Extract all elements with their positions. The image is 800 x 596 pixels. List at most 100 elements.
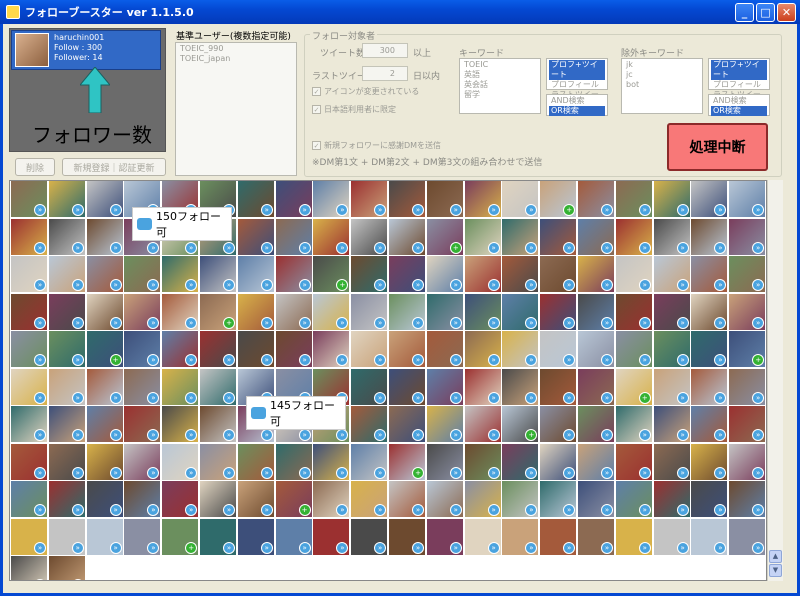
fast-forward-icon[interactable]: »: [449, 466, 462, 479]
thank-dm-checkbox[interactable]: ✓ 新規フォロワーに感謝DMを送信: [312, 140, 441, 151]
fast-forward-icon[interactable]: »: [752, 391, 765, 404]
follower-avatar[interactable]: »: [237, 293, 274, 330]
fast-forward-icon[interactable]: »: [676, 354, 689, 366]
fast-forward-icon[interactable]: »: [449, 316, 462, 329]
fast-forward-icon[interactable]: »: [412, 429, 424, 441]
fast-forward-icon[interactable]: »: [714, 204, 727, 216]
fast-forward-icon[interactable]: »: [487, 504, 500, 516]
follower-avatar[interactable]: »: [729, 368, 766, 405]
fast-forward-icon[interactable]: »: [260, 354, 273, 366]
follower-avatar[interactable]: »: [578, 293, 614, 330]
list-item[interactable]: プロフ+ツイート: [549, 60, 605, 80]
fast-forward-icon[interactable]: »: [714, 241, 727, 254]
follower-avatar[interactable]: »: [389, 256, 425, 292]
follower-avatar[interactable]: »: [653, 293, 690, 330]
scroll-down-icon[interactable]: ▼: [769, 564, 782, 577]
title-bar[interactable]: フォローブースター ver 1.1.5.0 _ □ ✕: [0, 0, 800, 24]
follow-plus-icon[interactable]: +: [223, 316, 235, 329]
follower-avatar[interactable]: »: [578, 406, 614, 442]
follow-plus-icon[interactable]: +: [563, 204, 576, 216]
fast-forward-icon[interactable]: »: [71, 204, 84, 216]
fast-forward-icon[interactable]: »: [676, 504, 689, 516]
fast-forward-icon[interactable]: »: [34, 316, 46, 329]
follower-avatar[interactable]: »: [200, 443, 236, 480]
follow-plus-icon[interactable]: +: [449, 241, 462, 254]
follower-avatar[interactable]: »: [729, 481, 766, 517]
fast-forward-icon[interactable]: »: [109, 241, 122, 254]
fast-forward-icon[interactable]: »: [487, 279, 500, 291]
fast-forward-icon[interactable]: »: [147, 466, 160, 479]
fast-forward-icon[interactable]: »: [109, 204, 122, 216]
follower-avatar[interactable]: »: [389, 331, 425, 367]
fast-forward-icon[interactable]: »: [223, 241, 235, 254]
follower-avatar[interactable]: »: [351, 518, 388, 555]
follower-avatar[interactable]: »: [615, 256, 652, 292]
fast-forward-icon[interactable]: »: [714, 391, 727, 404]
follower-avatar[interactable]: »: [124, 256, 161, 292]
follower-avatar[interactable]: »: [691, 481, 728, 517]
follower-avatar[interactable]: »: [11, 368, 47, 405]
follower-avatar[interactable]: »: [162, 293, 199, 330]
follower-avatar[interactable]: »: [275, 331, 312, 367]
fast-forward-icon[interactable]: »: [374, 354, 387, 366]
fast-forward-icon[interactable]: »: [34, 466, 46, 479]
follower-avatar[interactable]: +: [200, 293, 236, 330]
fast-forward-icon[interactable]: »: [714, 354, 727, 366]
fast-forward-icon[interactable]: »: [147, 391, 160, 404]
follower-avatar[interactable]: »: [464, 181, 501, 217]
fast-forward-icon[interactable]: »: [449, 429, 462, 441]
follower-avatar[interactable]: »: [426, 181, 463, 217]
follower-avatar[interactable]: +: [389, 443, 425, 480]
fast-forward-icon[interactable]: »: [34, 579, 46, 580]
follower-avatar[interactable]: »: [124, 518, 161, 555]
fast-forward-icon[interactable]: »: [298, 279, 311, 291]
follower-avatar[interactable]: »: [313, 293, 350, 330]
fast-forward-icon[interactable]: »: [752, 429, 765, 441]
follower-avatar[interactable]: »: [729, 406, 766, 442]
fast-forward-icon[interactable]: »: [336, 504, 349, 516]
fast-forward-icon[interactable]: »: [601, 429, 613, 441]
follow-plus-icon[interactable]: +: [525, 429, 538, 441]
follower-avatar[interactable]: »: [502, 218, 539, 255]
follow-plus-icon[interactable]: +: [412, 466, 424, 479]
fast-forward-icon[interactable]: »: [449, 504, 462, 516]
follower-avatar[interactable]: +: [540, 181, 577, 217]
follower-avatar[interactable]: »: [86, 293, 123, 330]
follower-avatar[interactable]: »: [237, 518, 274, 555]
follower-avatar[interactable]: »: [162, 481, 199, 517]
fast-forward-icon[interactable]: »: [714, 504, 727, 516]
follower-avatar[interactable]: »: [389, 293, 425, 330]
follower-avatar[interactable]: »: [691, 331, 728, 367]
fast-forward-icon[interactable]: »: [601, 391, 613, 404]
fast-forward-icon[interactable]: »: [34, 241, 46, 254]
follower-avatar[interactable]: »: [351, 481, 388, 517]
fast-forward-icon[interactable]: »: [752, 279, 765, 291]
fast-forward-icon[interactable]: »: [147, 241, 160, 254]
list-item[interactable]: jc: [624, 70, 700, 80]
fast-forward-icon[interactable]: »: [34, 354, 46, 366]
fast-forward-icon[interactable]: »: [223, 429, 235, 441]
follower-avatar[interactable]: »: [578, 218, 614, 255]
follower-avatar[interactable]: »: [426, 368, 463, 405]
follower-avatar[interactable]: »: [578, 331, 614, 367]
fast-forward-icon[interactable]: »: [638, 466, 651, 479]
fast-forward-icon[interactable]: »: [147, 316, 160, 329]
fast-forward-icon[interactable]: »: [676, 279, 689, 291]
delete-button[interactable]: 削除: [15, 158, 55, 176]
grid-scrollbar[interactable]: ▲ ▼: [767, 180, 783, 581]
follower-avatar[interactable]: »: [313, 181, 350, 217]
follower-avatar[interactable]: +: [162, 518, 199, 555]
follower-avatar[interactable]: »: [502, 181, 539, 217]
fast-forward-icon[interactable]: »: [185, 316, 198, 329]
fast-forward-icon[interactable]: »: [525, 466, 538, 479]
exclude-field-select[interactable]: プロフ+ツイート プロフィール ラストツイート: [708, 58, 770, 109]
list-item[interactable]: AND検索: [549, 96, 605, 106]
maximize-button[interactable]: □: [756, 2, 775, 22]
fast-forward-icon[interactable]: »: [412, 204, 424, 216]
fast-forward-icon[interactable]: »: [676, 391, 689, 404]
fast-forward-icon[interactable]: »: [147, 541, 160, 554]
follower-avatar[interactable]: »: [86, 256, 123, 292]
list-item[interactable]: bot: [624, 80, 700, 90]
fast-forward-icon[interactable]: »: [298, 354, 311, 366]
profile-panel[interactable]: haruchin001 Follow : 300 Follower: 14 フォ…: [9, 28, 166, 152]
